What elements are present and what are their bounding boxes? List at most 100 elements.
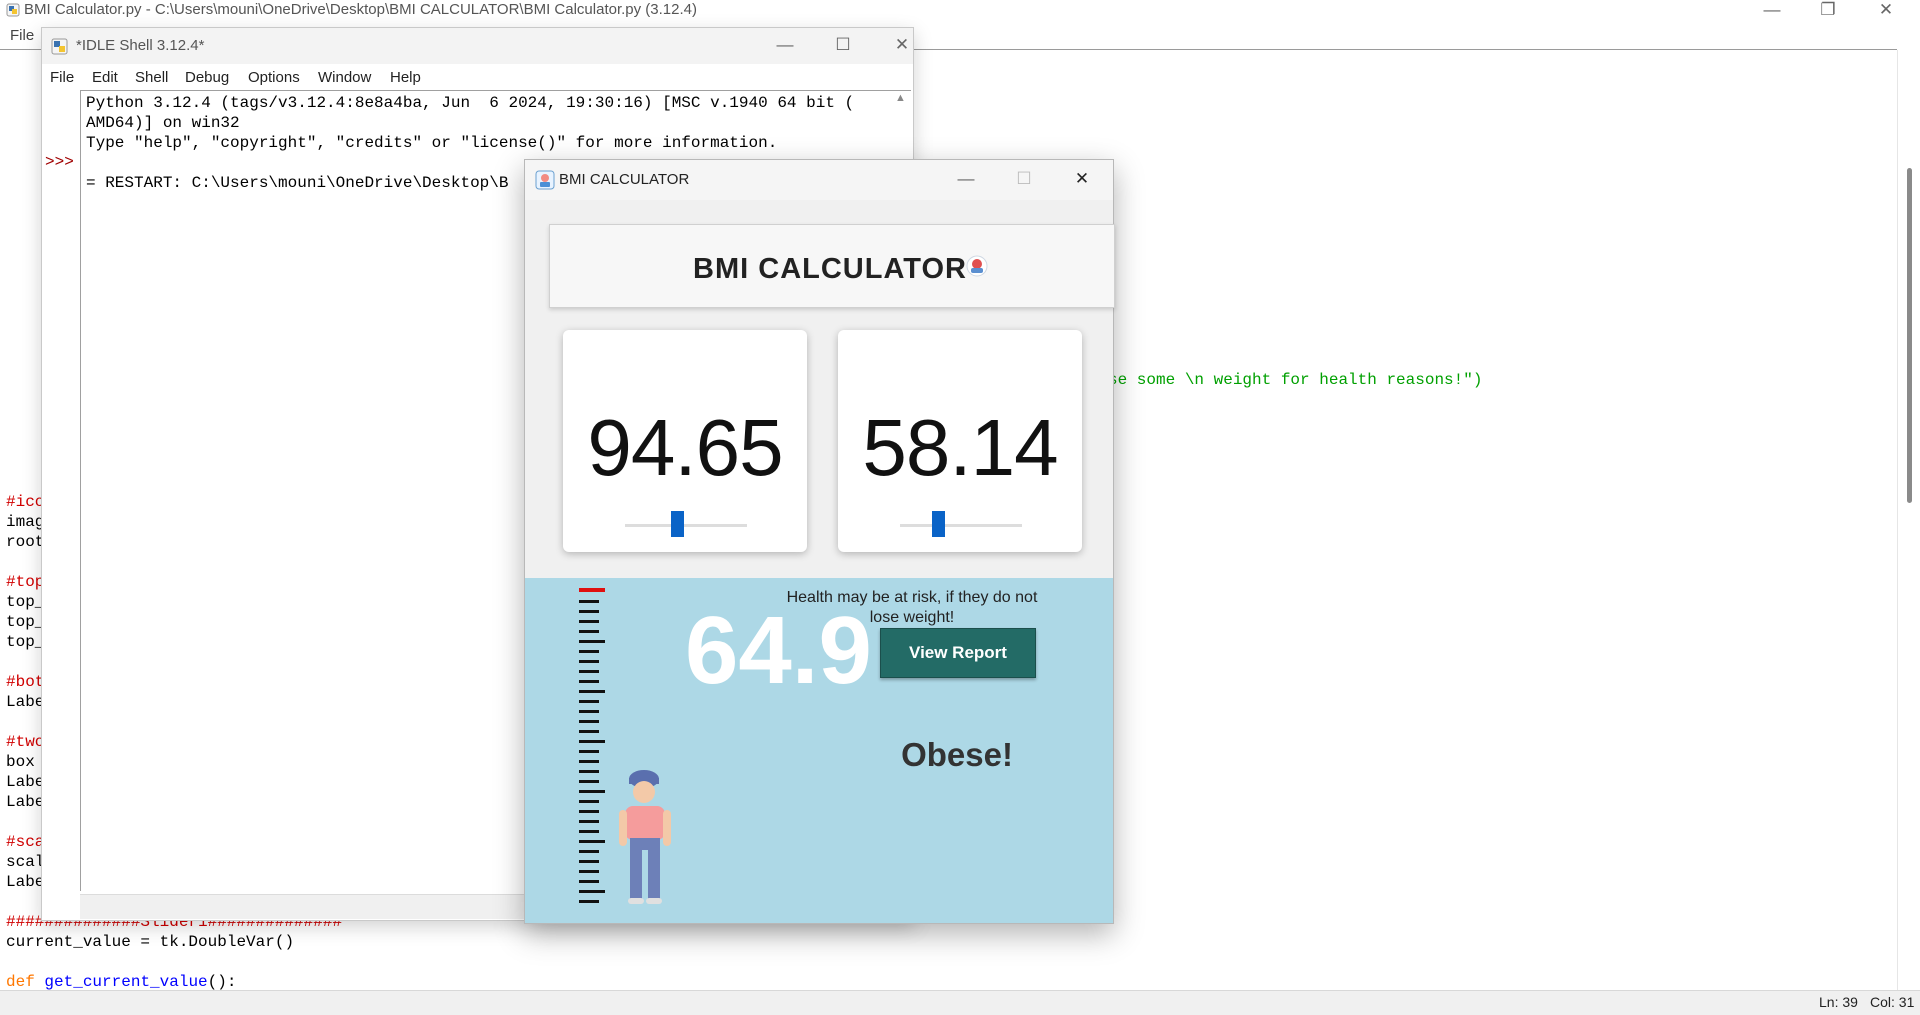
shell-menu-file[interactable]: File xyxy=(50,69,74,86)
bmi-message-line2: lose weight! xyxy=(869,609,955,626)
maximize-icon: ☐ xyxy=(1016,169,1032,188)
shell-menu-debug[interactable]: Debug xyxy=(185,69,229,86)
shell-line: Type "help", "copyright", "credits" or "… xyxy=(86,134,778,152)
ruler-tick xyxy=(579,850,599,853)
ruler-tick xyxy=(579,780,599,783)
editor-visible-string: se some \n weight for health reasons!") xyxy=(1108,371,1483,389)
ruler-tick xyxy=(579,860,599,863)
editor-statusbar xyxy=(0,990,1920,1015)
idle-shell-icon xyxy=(51,38,68,55)
editor-code-fragment: Labe xyxy=(6,873,45,891)
editor-code-fragment: Labe xyxy=(6,693,45,711)
shell-line: = RESTART: C:\Users\mouni\OneDrive\Deskt… xyxy=(86,174,509,192)
ruler-tick xyxy=(579,660,599,663)
ruler-tick xyxy=(579,710,599,713)
ruler-tick xyxy=(579,750,599,753)
shell-title: *IDLE Shell 3.12.4* xyxy=(76,37,205,54)
shell-menu-shell[interactable]: Shell xyxy=(135,69,168,86)
editor-code-fragment: #two xyxy=(6,733,45,751)
close-icon[interactable]: ✕ xyxy=(882,35,922,57)
editor-code-fragment: Labe xyxy=(6,793,45,811)
ruler-tick xyxy=(579,720,599,723)
bmi-result-panel: 64.9 Health may be at risk, if they do n… xyxy=(525,578,1113,923)
weight-slider-track[interactable] xyxy=(900,524,1022,527)
editor-menu-file[interactable]: File xyxy=(10,27,34,44)
editor-code-fragment: #ico xyxy=(6,493,45,511)
view-report-button[interactable]: View Report xyxy=(880,628,1036,678)
ruler-tick xyxy=(579,890,605,893)
ruler-tick xyxy=(579,650,599,653)
editor-code-fragment: box xyxy=(6,753,35,771)
height-value: 94.65 xyxy=(587,403,783,492)
close-icon[interactable]: ✕ xyxy=(1866,0,1906,22)
minimize-icon[interactable]: — xyxy=(1752,0,1792,22)
ruler-tick xyxy=(579,800,599,803)
ruler-tick xyxy=(579,740,605,743)
shell-gutter xyxy=(42,90,80,920)
ruler-tick xyxy=(579,620,599,623)
ruler-tick xyxy=(579,820,599,823)
ruler-tick xyxy=(579,600,599,603)
bmi-message-line1: Health may be at risk, if they do not xyxy=(786,589,1038,606)
editor-code-fragment: imag xyxy=(6,513,45,531)
scroll-up-icon[interactable]: ▲ xyxy=(895,92,906,104)
editor-code-fragment: top_ xyxy=(6,593,45,611)
editor-title: BMI Calculator.py - C:\Users\mouni\OneDr… xyxy=(24,1,698,18)
editor-code-fragment: scal xyxy=(6,853,45,871)
editor-code-fragment: #bot xyxy=(6,673,45,691)
shell-menu-edit[interactable]: Edit xyxy=(92,69,118,86)
ruler-tick xyxy=(579,610,599,613)
ruler-tick xyxy=(579,840,605,843)
bmi-app-icon xyxy=(535,170,555,190)
code-keyword: def xyxy=(6,973,35,991)
editor-code-fragment: #top xyxy=(6,573,45,591)
ruler-tick xyxy=(579,900,599,903)
bmi-window-title: BMI CALCULATOR xyxy=(559,171,690,188)
editor-code-line-var: current_value = tk.DoubleVar() xyxy=(6,933,295,951)
shell-line: Python 3.12.4 (tags/v3.12.4:8e8a4ba, Jun… xyxy=(86,94,855,112)
ruler-tick xyxy=(579,730,599,733)
bmi-header-title: BMI CALCULATOR xyxy=(693,253,967,285)
ruler-tick xyxy=(579,640,605,643)
maximize-icon[interactable]: ☐ xyxy=(823,35,863,57)
ruler-top-marker xyxy=(579,588,605,592)
weight-slider-thumb[interactable] xyxy=(931,511,945,537)
minimize-icon[interactable]: — xyxy=(946,169,986,191)
shell-prompt: >>> xyxy=(45,153,74,171)
ruler-tick xyxy=(579,770,599,773)
ruler-tick xyxy=(579,790,605,793)
shell-menu-window[interactable]: Window xyxy=(318,69,371,86)
editor-code-fragment: #sca xyxy=(6,833,45,851)
ruler-tick xyxy=(579,760,599,763)
bmi-health-message: Health may be at risk, if they do not lo… xyxy=(777,588,1047,628)
editor-code-fragment: top_ xyxy=(6,613,45,631)
ruler-tick xyxy=(579,670,599,673)
bmi-status-label: Obese! xyxy=(901,736,1013,773)
ruler-tick xyxy=(579,830,599,833)
editor-code-fragment: root xyxy=(6,533,45,551)
ruler-tick xyxy=(579,630,599,633)
bmi-badge-icon xyxy=(966,255,988,277)
shell-line: AMD64)] on win32 xyxy=(86,114,240,132)
status-line-number: Ln: 39 xyxy=(1819,994,1858,1010)
editor-scrollbar-thumb[interactable] xyxy=(1907,168,1912,503)
shell-menu-help[interactable]: Help xyxy=(390,69,421,86)
editor-code-fragment: Labe xyxy=(6,773,45,791)
code-function-name: get_current_value xyxy=(44,973,208,991)
height-ruler-icon xyxy=(579,588,605,903)
ruler-tick xyxy=(579,700,599,703)
editor-code-line-def: def get_current_value(): xyxy=(6,972,236,992)
weight-card: 58.14 xyxy=(838,330,1082,552)
ruler-tick xyxy=(579,690,605,693)
restore-icon[interactable]: ❐ xyxy=(1808,0,1848,22)
weight-value: 58.14 xyxy=(862,403,1058,492)
close-icon[interactable]: ✕ xyxy=(1062,169,1102,191)
shell-menu-options[interactable]: Options xyxy=(248,69,300,86)
ruler-tick xyxy=(579,870,599,873)
ruler-tick xyxy=(579,880,599,883)
minimize-icon[interactable]: — xyxy=(765,35,805,57)
ruler-tick xyxy=(579,810,599,813)
height-slider-track[interactable] xyxy=(625,524,747,527)
height-slider-thumb[interactable] xyxy=(671,511,685,537)
editor-code-fragment: top_ xyxy=(6,633,45,651)
